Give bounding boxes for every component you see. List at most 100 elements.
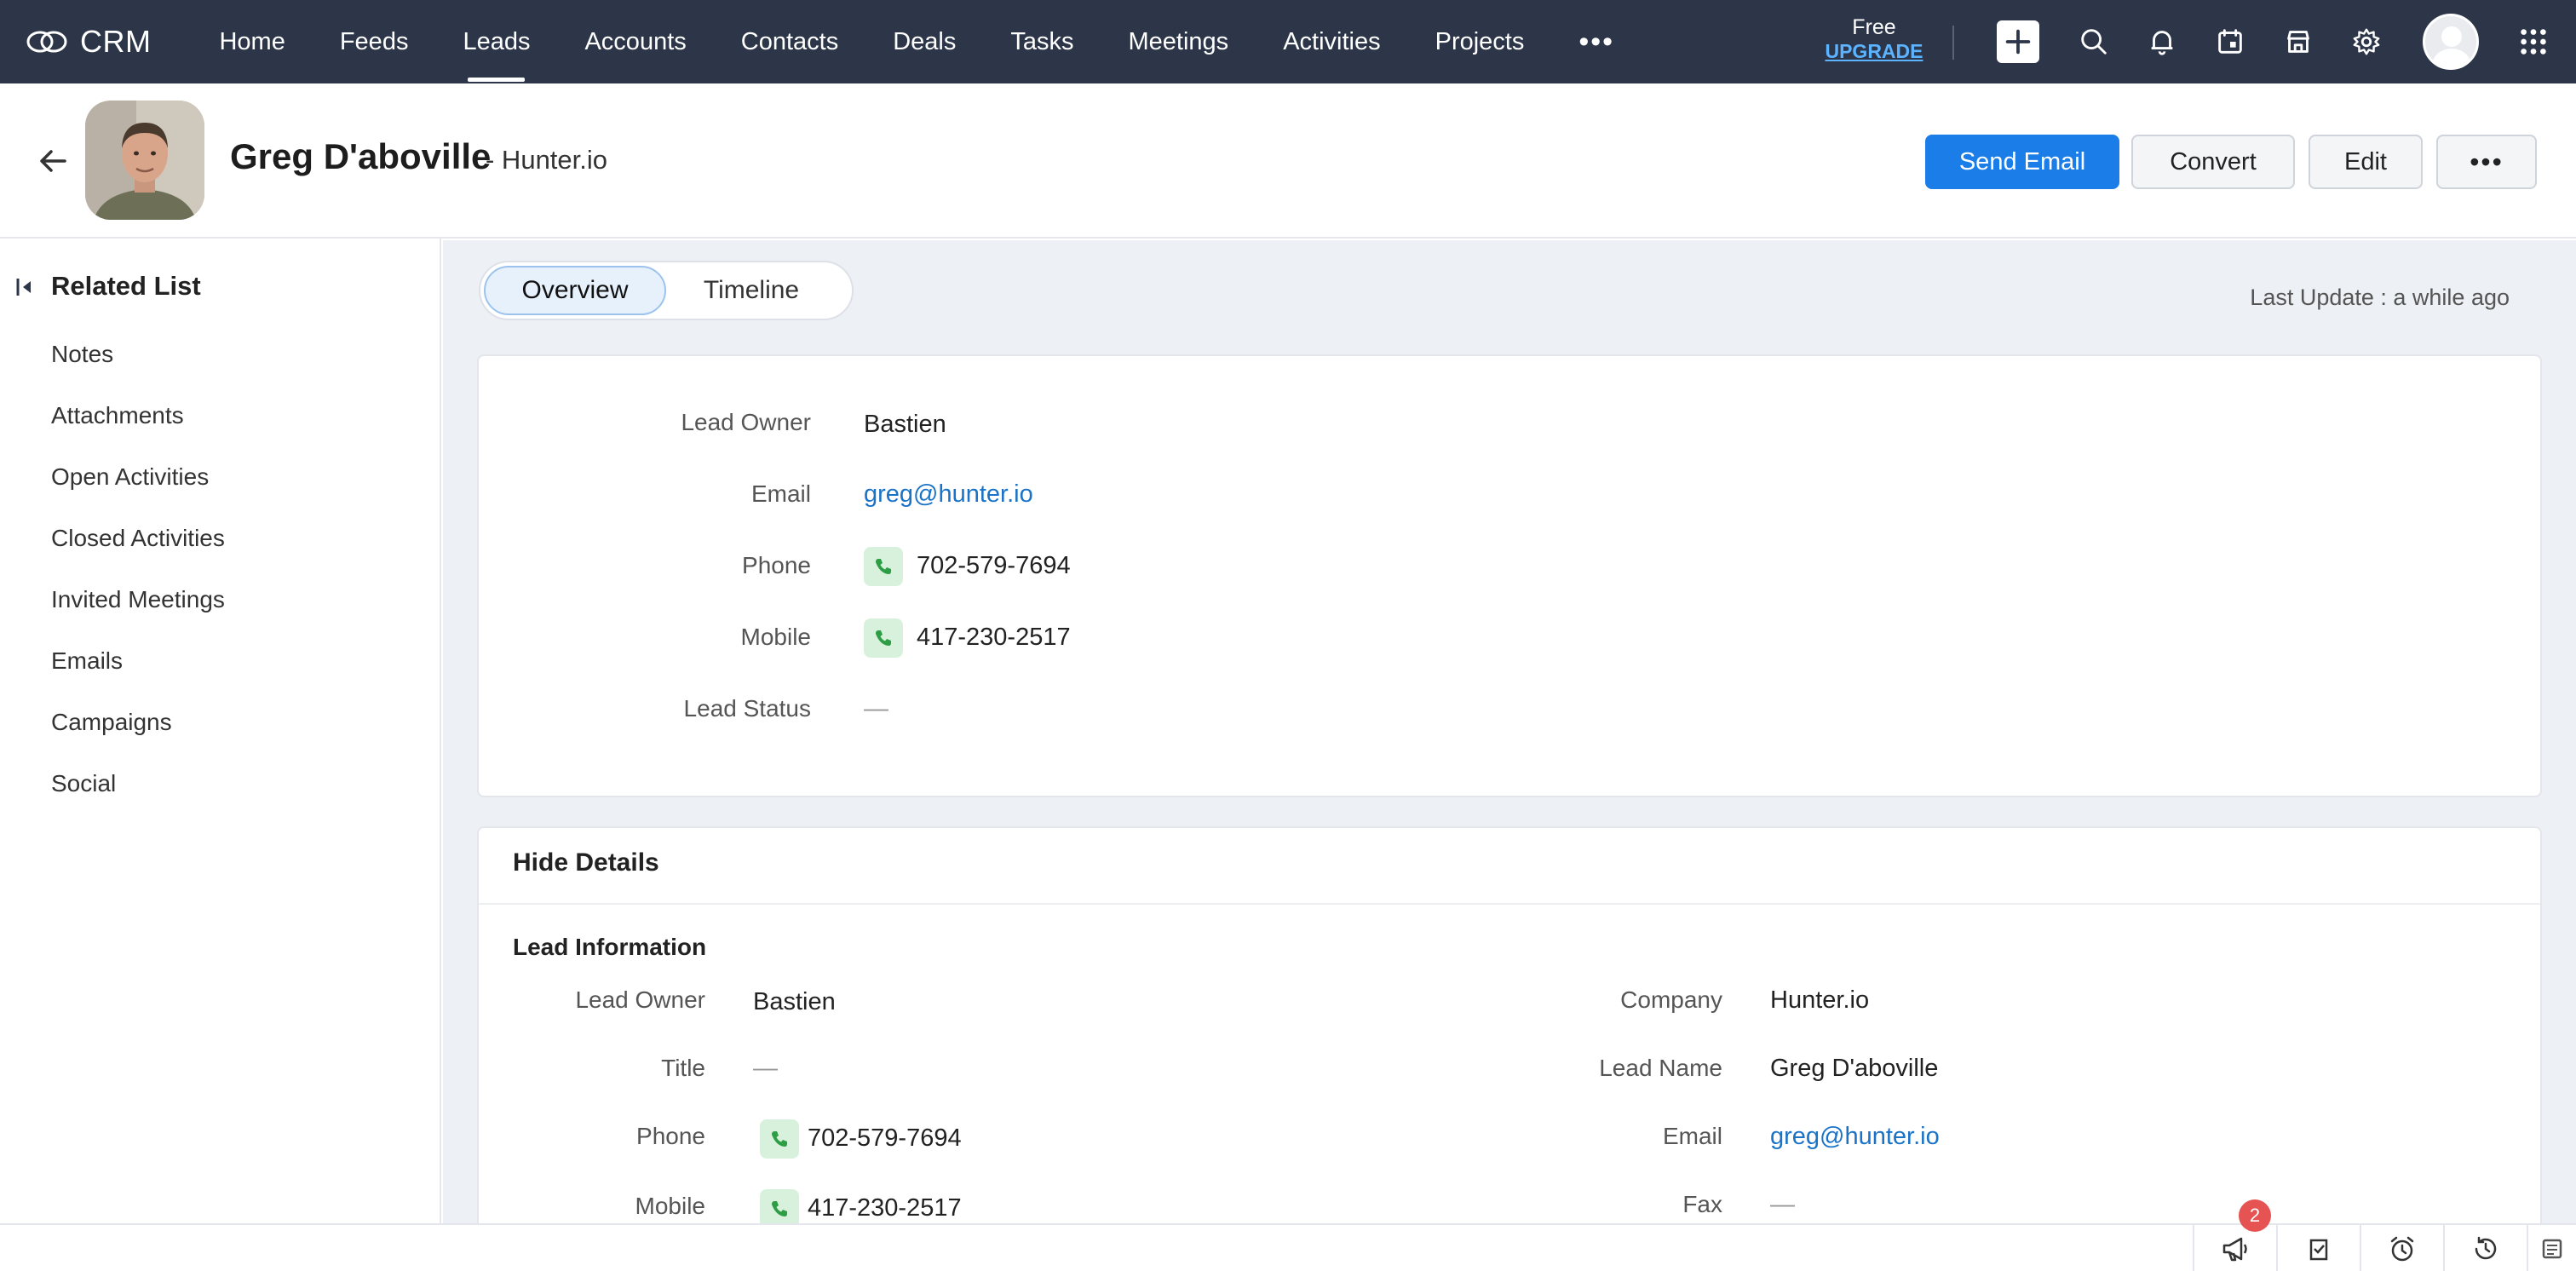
nav-item-leads[interactable]: Leads <box>435 0 557 83</box>
related-item-notes[interactable]: Notes <box>51 341 113 368</box>
nav-item-contacts[interactable]: Contacts <box>714 0 865 83</box>
related-item-attachments[interactable]: Attachments <box>51 402 184 429</box>
detail-call-phone-button[interactable] <box>760 1119 799 1159</box>
notifications-button[interactable] <box>2142 21 2182 62</box>
detail-value-email-link[interactable]: greg@hunter.io <box>1770 1123 1940 1151</box>
reminders-button[interactable] <box>2360 1225 2443 1271</box>
user-avatar[interactable] <box>2423 14 2479 70</box>
field-label-phone: Phone <box>742 552 811 578</box>
upgrade-link[interactable]: UPGRADE <box>1823 40 1925 62</box>
view-tabs: Overview Timeline <box>479 261 854 320</box>
create-new-button[interactable] <box>1997 20 2039 63</box>
record-header: Greg D'aboville - Hunter.io Send Email C… <box>0 83 2576 239</box>
lead-name-title: Greg D'aboville <box>230 136 492 176</box>
avatar-head-shape <box>2441 26 2462 47</box>
nav-more-button[interactable]: ••• <box>1551 0 1642 83</box>
tab-overview[interactable]: Overview <box>484 266 666 315</box>
related-item-campaigns[interactable]: Campaigns <box>51 709 172 736</box>
hide-details-toggle[interactable]: Hide Details <box>513 848 659 877</box>
recent-history-button[interactable] <box>2443 1225 2527 1271</box>
collapse-sidebar-icon[interactable] <box>15 276 34 298</box>
nav-separator <box>1952 26 1954 60</box>
nav-item-home[interactable]: Home <box>192 0 312 83</box>
field-value-lead-owner: Bastien <box>864 411 946 438</box>
related-item-emails[interactable]: Emails <box>51 647 123 675</box>
field-value-lead-status: — <box>864 695 888 722</box>
edit-button[interactable]: Edit <box>2309 135 2423 189</box>
alarm-clock-icon <box>2390 1236 2414 1262</box>
related-item-invited-meetings[interactable]: Invited Meetings <box>51 586 225 613</box>
detail-label-email: Email <box>1662 1123 1722 1149</box>
related-item-closed-activities[interactable]: Closed Activities <box>51 525 225 552</box>
detail-value-lead-name: Greg D'aboville <box>1770 1055 1939 1082</box>
detail-value-title: — <box>753 1055 778 1082</box>
tab-timeline[interactable]: Timeline <box>666 266 837 315</box>
bottom-utility-bar <box>0 1223 2576 1271</box>
field-label-email: Email <box>750 480 811 507</box>
lead-information-heading: Lead Information <box>513 934 707 960</box>
nav-item-projects[interactable]: Projects <box>1408 0 1552 83</box>
lead-company-subtitle: - Hunter.io <box>486 145 608 175</box>
tasks-shortcut-button[interactable] <box>2276 1225 2360 1271</box>
nav-item-activities[interactable]: Activities <box>1256 0 1407 83</box>
detail-label-fax: Fax <box>1682 1191 1722 1217</box>
field-label-mobile: Mobile <box>740 624 811 650</box>
plan-info: Free UPGRADE <box>1823 15 1925 62</box>
megaphone-icon <box>2222 1237 2247 1262</box>
related-item-open-activities[interactable]: Open Activities <box>51 463 209 491</box>
search-icon <box>2081 29 2107 55</box>
crm-logo-icon <box>26 31 67 53</box>
apps-menu-button[interactable] <box>2513 21 2554 62</box>
related-list-title: Related List <box>51 271 201 301</box>
field-label-lead-status: Lead Status <box>683 695 811 722</box>
details-card: Hide Details Lead Information Lead Owner… <box>477 826 2542 1252</box>
field-value-phone: 702-579-7694 <box>917 552 1071 579</box>
detail-value-company: Hunter.io <box>1770 986 1870 1014</box>
back-arrow-icon[interactable] <box>34 141 73 181</box>
calendar-button[interactable] <box>2210 21 2251 62</box>
settings-button[interactable] <box>2346 21 2387 62</box>
nav-item-deals[interactable]: Deals <box>865 0 983 83</box>
related-list-sidebar: Related List Notes Attachments Open Acti… <box>0 239 441 1223</box>
call-phone-button[interactable] <box>864 547 903 586</box>
plus-icon <box>2005 29 2031 55</box>
notes-panel-button[interactable] <box>2527 1225 2576 1271</box>
detail-value-lead-owner: Bastien <box>753 988 836 1015</box>
phone-icon <box>772 1201 787 1216</box>
nav-item-accounts[interactable]: Accounts <box>557 0 713 83</box>
details-divider <box>479 903 2540 905</box>
detail-value-phone: 702-579-7694 <box>808 1124 962 1152</box>
related-item-social[interactable]: Social <box>51 770 116 797</box>
detail-label-lead-name: Lead Name <box>1599 1055 1722 1081</box>
lead-photo-portrait <box>85 101 204 220</box>
detail-label-mobile: Mobile <box>635 1193 705 1219</box>
avatar-body-shape <box>2432 49 2471 67</box>
top-navigation-bar: CRM Home Feeds Leads Accounts Contacts D… <box>0 0 2576 83</box>
marketplace-button[interactable] <box>2278 21 2319 62</box>
gear-icon <box>2353 28 2380 55</box>
lead-photo[interactable] <box>85 101 204 220</box>
send-email-button[interactable]: Send Email <box>1925 135 2119 189</box>
checklist-icon <box>2309 1239 2328 1261</box>
nav-item-meetings[interactable]: Meetings <box>1101 0 1256 83</box>
notes-icon <box>2542 1239 2562 1259</box>
app-name: CRM <box>80 24 152 59</box>
field-label-lead-owner: Lead Owner <box>681 409 811 435</box>
phone-icon <box>876 630 891 646</box>
plan-label: Free <box>1852 15 1896 39</box>
record-main-area: Overview Timeline Last Update : a while … <box>443 240 2576 1252</box>
detail-label-phone: Phone <box>636 1123 705 1149</box>
search-button[interactable] <box>2073 21 2114 62</box>
convert-button[interactable]: Convert <box>2131 135 2295 189</box>
history-icon <box>2475 1236 2497 1260</box>
crm-logo[interactable]: CRM <box>26 0 151 83</box>
field-value-email-link[interactable]: greg@hunter.io <box>864 480 1033 509</box>
call-mobile-button[interactable] <box>864 618 903 658</box>
nav-item-tasks[interactable]: Tasks <box>983 0 1101 83</box>
more-actions-button[interactable]: ••• <box>2436 135 2537 189</box>
announcements-button[interactable] <box>2193 1225 2276 1271</box>
nav-item-feeds[interactable]: Feeds <box>313 0 436 83</box>
phone-icon <box>772 1131 787 1147</box>
notification-count-badge: 2 <box>2239 1199 2271 1232</box>
overview-card: Lead Owner Bastien Email greg@hunter.io … <box>477 354 2542 797</box>
